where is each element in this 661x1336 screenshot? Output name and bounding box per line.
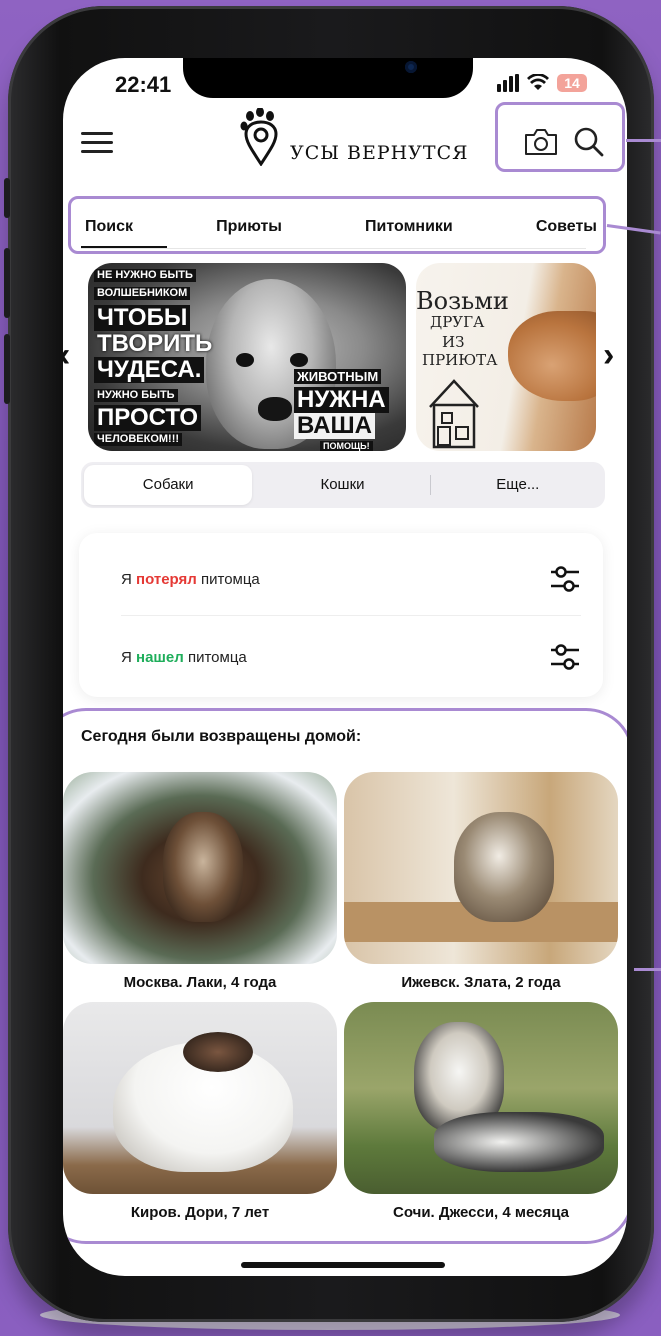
tab-search[interactable]: Поиск [81,218,168,249]
returned-pet-caption: Киров. Дори, 7 лет [130,1204,270,1221]
banner1-line: НЕ НУЖНО БЫТЬ [94,269,196,282]
returned-pet-photo[interactable] [63,1002,337,1194]
tab-nurseries[interactable]: Питомники [361,218,457,236]
tab-shelters[interactable]: Приюты [212,218,286,236]
animal-type-segment: Собаки Кошки Еще... [81,462,605,508]
found-pet-label: Я нашел питомца [121,648,247,666]
banner1-line: НУЖНА [294,387,389,413]
banner2-line: Возьми [416,287,509,315]
front-camera [405,61,417,73]
tabs-divider [81,248,586,249]
returned-pet-photo[interactable] [63,772,337,964]
banner1-line: ЖИВОТНЫМ [294,369,382,384]
callout-line [634,968,661,971]
filter-sliders-icon[interactable] [549,565,581,593]
chevron-left-icon[interactable]: ‹ [63,336,70,375]
search-icon[interactable] [573,126,605,158]
banner1-line: ЧУДЕСА. [94,357,205,383]
signal-icon [497,74,519,92]
returned-section-title: Сегодня были возвращены домой: [81,728,362,745]
found-pet-row[interactable]: Я нашел питомца [121,643,581,671]
lost-found-card: Я потерял питомца Я нашел питомца [79,533,603,697]
returned-pet-photo[interactable] [344,1002,618,1194]
segment-dogs[interactable]: Собаки [84,465,253,505]
banner2-line: ДРУГА [430,313,485,331]
banner2-line: ПРИЮТА [422,351,498,369]
banner1-line: ПРОСТО [94,405,202,431]
dog-photo [508,311,596,401]
mute-switch [4,178,10,218]
banner1-line: ВАША [294,413,375,439]
lost-pet-label: Я потерял питомца [121,570,260,588]
header-actions-highlight [495,102,625,172]
segment-separator [429,475,431,495]
house-drawing-icon [429,379,479,449]
banner1-line: НУЖНО БЫТЬ [94,389,178,402]
wifi-icon [527,74,549,90]
banner1-line: ПОМОЩЬ! [320,441,373,451]
volume-down-button [4,334,10,404]
paw-pin-icon [240,108,278,166]
logo-text: УСЫ ВЕРНУТСЯ [290,142,469,164]
lost-pet-row[interactable]: Я потерял питомца [121,565,581,593]
callout-line [626,139,661,142]
segment-cats[interactable]: Кошки [258,465,426,505]
app-screen: 22:41 14 УСЫ ВЕРНУТСЯ Поиск Приюты Питом… [63,58,627,1276]
status-time: 22:41 [115,72,172,97]
row-divider [121,615,581,616]
battery-icon: 14 [557,74,587,92]
status-indicators: 14 [497,74,587,92]
promo-banner-1[interactable]: НЕ НУЖНО БЫТЬ ВОЛШЕБНИКОМ ЧТОБЫ ТВОРИТЬ … [88,263,406,451]
chevron-right-icon[interactable]: › [603,336,614,375]
banner1-line: ТВОРИТЬ [97,330,213,357]
returned-pet-photo[interactable] [344,772,618,964]
banner1-line: ЧЕЛОВЕКОМ!!! [94,433,183,446]
notch [183,58,473,98]
filter-sliders-icon[interactable] [549,643,581,671]
volume-up-button [4,248,10,318]
promo-banner-2[interactable]: Возьми ДРУГА ИЗ ПРИЮТА [416,263,596,451]
banner2-line: ИЗ [442,333,465,351]
returned-pet-caption: Москва. Лаки, 4 года [123,974,277,991]
segment-more[interactable]: Еще... [434,465,602,505]
banner1-line: ВОЛШЕБНИКОМ [94,287,191,300]
hamburger-menu-icon[interactable] [81,132,113,154]
app-logo: УСЫ ВЕРНУТСЯ [238,108,468,166]
top-tabs: Поиск Приюты Питомники Советы [81,218,601,249]
returned-pet-caption: Ижевск. Злата, 2 года [401,974,561,991]
home-indicator[interactable] [241,1262,445,1268]
returned-pet-caption: Сочи. Джесси, 4 месяца [393,1204,569,1221]
tab-tips[interactable]: Советы [532,218,601,236]
banner1-line: ЧТОБЫ [94,305,191,331]
camera-icon[interactable] [523,127,559,157]
